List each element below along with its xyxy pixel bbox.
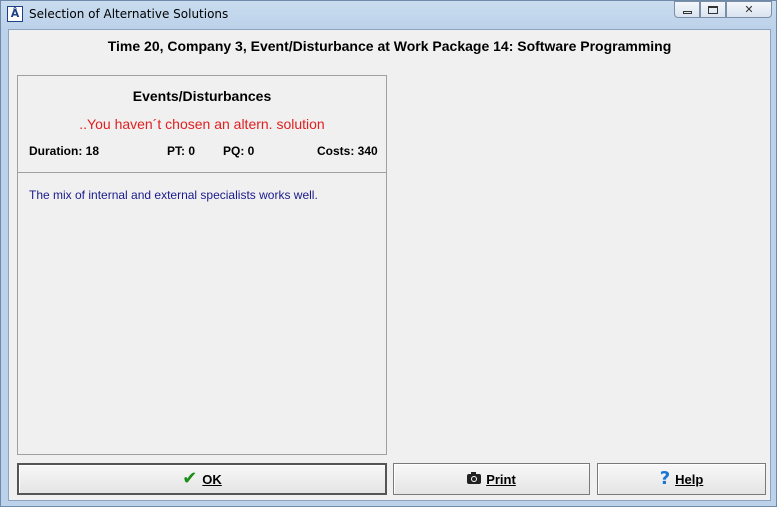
caption-buttons: ✕ (674, 1, 772, 19)
pt-value: PT: 0 (167, 144, 196, 158)
button-bar: ✔ OK Print ? Help (17, 463, 766, 495)
camera-icon (467, 472, 482, 484)
help-label: Help (675, 471, 704, 487)
question-icon: ? (659, 468, 671, 489)
minimize-icon (682, 10, 692, 14)
close-button[interactable]: ✕ (726, 1, 772, 18)
events-summary: Events/Disturbances ..You haven´t chosen… (18, 76, 386, 173)
event-message: The mix of internal and external special… (29, 188, 318, 202)
maximize-button[interactable] (700, 1, 726, 18)
dialog-client-area: Time 20, Company 3, Event/Disturbance at… (8, 29, 771, 501)
dialog-window: Å Selection of Alternative Solutions ✕ T… (0, 0, 777, 507)
help-button[interactable]: ? Help (597, 463, 766, 495)
print-label: Print (486, 471, 516, 487)
events-panel: Events/Disturbances ..You haven´t chosen… (17, 75, 387, 455)
page-title: Time 20, Company 3, Event/Disturbance at… (107, 38, 672, 54)
events-status: ..You haven´t chosen an altern. solution (79, 116, 325, 132)
close-icon: ✕ (744, 3, 754, 16)
costs-value: Costs: 340 (317, 144, 378, 158)
ok-button[interactable]: ✔ OK (17, 463, 387, 495)
ok-label: OK (202, 471, 222, 487)
restore-icon (708, 5, 718, 14)
title-bar[interactable]: Å Selection of Alternative Solutions ✕ (1, 1, 778, 29)
checkmark-icon: ✔ (182, 468, 198, 489)
print-button[interactable]: Print (393, 463, 590, 495)
minimize-button[interactable] (674, 1, 700, 18)
events-title: Events/Disturbances (132, 88, 272, 104)
window-title: Selection of Alternative Solutions (29, 7, 229, 21)
app-icon[interactable]: Å (7, 6, 23, 22)
duration-value: Duration: 18 (29, 144, 100, 158)
pq-value: PQ: 0 (223, 144, 255, 158)
